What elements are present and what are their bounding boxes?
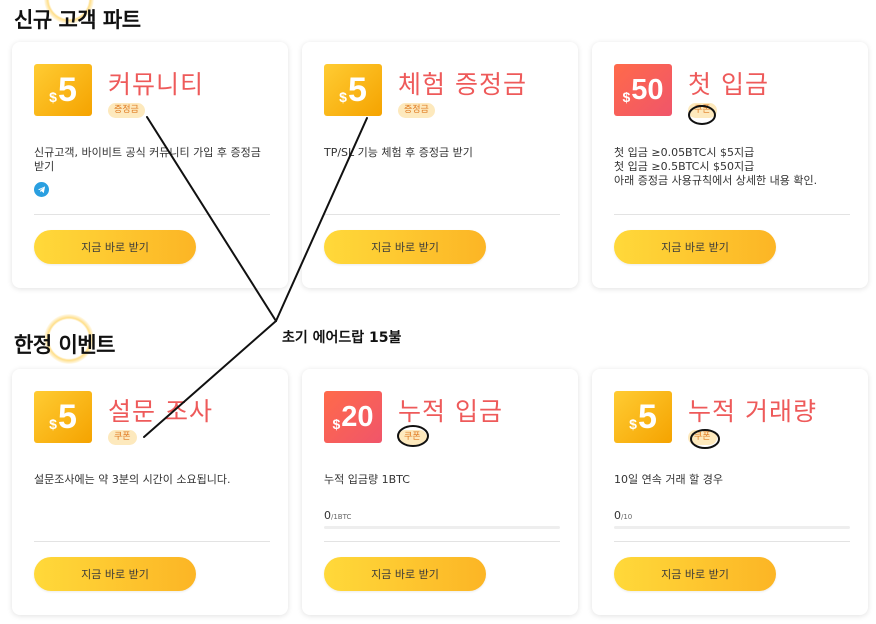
card-title: 첫 입금 bbox=[688, 70, 769, 99]
progress-bar bbox=[324, 526, 560, 529]
reward-card-trial-bonus: $5 체험 증정금 증정금 TP/SL 기능 체험 후 증정금 받기 지금 바로… bbox=[302, 42, 578, 288]
claim-now-button[interactable]: 지금 바로 받기 bbox=[324, 557, 486, 591]
section-title-limited-event: 한정 이벤트 bbox=[14, 333, 115, 357]
coupon-tag: 쿠폰 bbox=[688, 430, 717, 445]
description-line: 아래 증정금 사용규칙에서 상세한 내용 확인. bbox=[614, 174, 818, 187]
reward-card-cumulative-deposit: $20 누적 입금 쿠폰 누적 입금량 1BTC 0/1BTC 지금 바로 받기 bbox=[302, 369, 578, 615]
amount-badge: $20 bbox=[324, 391, 382, 443]
progress-label: 0/10 bbox=[614, 509, 633, 522]
bonus-tag: 증정금 bbox=[398, 103, 435, 118]
card-description: 10일 연속 거래 할 경우 bbox=[614, 473, 723, 486]
coupon-tag: 쿠폰 bbox=[688, 103, 717, 118]
card-title: 체험 증정금 bbox=[398, 70, 527, 99]
card-description: 첫 입금 ≥0.05BTC시 $5지급 첫 입금 ≥0.5BTC시 $50지급 … bbox=[614, 146, 860, 188]
reward-card-cumulative-volume: $5 누적 거래량 쿠폰 10일 연속 거래 할 경우 0/10 지금 바로 받… bbox=[592, 369, 868, 615]
claim-now-button[interactable]: 지금 바로 받기 bbox=[614, 557, 776, 591]
card-description: TP/SL 기능 체험 후 증정금 받기 bbox=[324, 146, 473, 159]
claim-now-button[interactable]: 지금 바로 받기 bbox=[324, 230, 486, 264]
description-line: 첫 입금 ≥0.5BTC시 $50지급 bbox=[614, 160, 755, 173]
divider bbox=[614, 541, 850, 542]
card-title: 누적 입금 bbox=[398, 397, 503, 426]
reward-card-survey: $5 설문 조사 쿠폰 설문조사에는 약 3분의 시간이 소요됩니다. 지금 바… bbox=[12, 369, 288, 615]
divider bbox=[34, 214, 270, 215]
amount-badge: $50 bbox=[614, 64, 672, 116]
card-description: 신규고객, 바이비트 공식 커뮤니티 가입 후 증정금 받기 bbox=[34, 146, 261, 173]
reward-card-first-deposit: $50 첫 입금 쿠폰 첫 입금 ≥0.05BTC시 $5지급 첫 입금 ≥0.… bbox=[592, 42, 868, 288]
annotation-text: 초기 에어드랍 15불 bbox=[282, 330, 402, 346]
description-line: 첫 입금 ≥0.05BTC시 $5지급 bbox=[614, 146, 755, 159]
amount-badge: $5 bbox=[614, 391, 672, 443]
bonus-tag: 증정금 bbox=[108, 103, 145, 118]
card-description: 누적 입금량 1BTC bbox=[324, 473, 410, 486]
claim-now-button[interactable]: 지금 바로 받기 bbox=[34, 230, 196, 264]
claim-now-button[interactable]: 지금 바로 받기 bbox=[34, 557, 196, 591]
card-description: 설문조사에는 약 3분의 시간이 소요됩니다. bbox=[34, 473, 231, 486]
divider bbox=[614, 214, 850, 215]
progress-label: 0/1BTC bbox=[324, 509, 352, 522]
amount-badge: $5 bbox=[324, 64, 382, 116]
telegram-icon[interactable] bbox=[34, 182, 49, 197]
coupon-tag: 쿠폰 bbox=[108, 430, 137, 445]
section-title-new-customer: 신규 고객 파트 bbox=[14, 8, 141, 32]
divider bbox=[324, 541, 560, 542]
progress-bar bbox=[614, 526, 850, 529]
claim-now-button[interactable]: 지금 바로 받기 bbox=[614, 230, 776, 264]
card-title: 누적 거래량 bbox=[688, 397, 817, 426]
amount-badge: $5 bbox=[34, 391, 92, 443]
amount-badge: $5 bbox=[34, 64, 92, 116]
coupon-tag: 쿠폰 bbox=[398, 430, 427, 445]
card-title: 설문 조사 bbox=[108, 397, 213, 426]
card-title: 커뮤니티 bbox=[108, 70, 205, 99]
divider bbox=[324, 214, 560, 215]
divider bbox=[34, 541, 270, 542]
reward-card-community: $5 커뮤니티 증정금 신규고객, 바이비트 공식 커뮤니티 가입 후 증정금 … bbox=[12, 42, 288, 288]
